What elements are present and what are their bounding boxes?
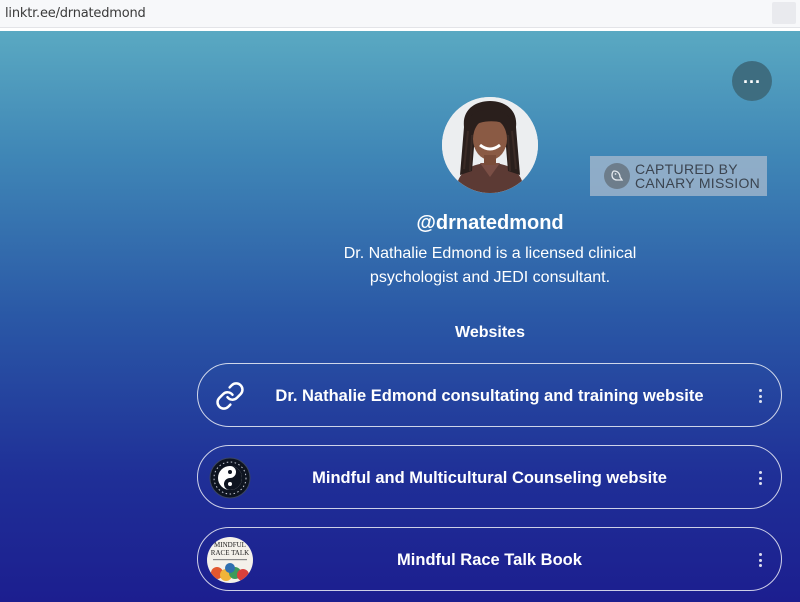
more-options-label: ... <box>742 67 761 87</box>
address-bar[interactable]: linktr.ee/drnatedmond <box>0 0 800 28</box>
profile-avatar <box>442 97 538 193</box>
avatar-image <box>442 97 538 193</box>
profile-bio: Dr. Nathalie Edmond is a licensed clinic… <box>343 245 637 286</box>
canary-bird-icon <box>604 163 630 189</box>
section-title: Websites <box>455 324 525 341</box>
watermark-line-2: CANARY MISSION <box>635 175 761 191</box>
canary-mission-watermark: CAPTURED BY CANARY MISSION <box>590 156 767 196</box>
link-icon <box>207 373 253 419</box>
link-label: Mindful Race Talk Book <box>397 550 582 569</box>
url-text[interactable]: linktr.ee/drnatedmond <box>5 6 146 21</box>
linktree-page: ... CAPTURED BY CANARY MISSION @drnatedm… <box>0 31 800 602</box>
link-card-consulting[interactable]: Dr. Nathalie Edmond consultating and tra… <box>197 363 782 427</box>
watermark-text: CAPTURED BY CANARY MISSION <box>635 162 760 190</box>
link-label: Dr. Nathalie Edmond consultating and tra… <box>275 386 704 405</box>
book-cover-image: MINDFUL RACE TALK <box>207 537 253 583</box>
link-menu-icon[interactable] <box>753 550 767 570</box>
link-card-book[interactable]: MINDFUL RACE TALK Mindful Race Talk Book <box>197 527 782 591</box>
link-menu-icon[interactable] <box>753 386 767 406</box>
watermark-line-1: CAPTURED BY <box>635 161 738 177</box>
more-options-button[interactable]: ... <box>732 61 772 101</box>
link-card-counseling[interactable]: Mindful and Multicultural Counseling web… <box>197 445 782 509</box>
address-bar-button[interactable] <box>772 2 796 24</box>
book-cover-thumbnail: MINDFUL RACE TALK <box>207 537 253 583</box>
yin-yang-logo-icon <box>207 455 253 501</box>
profile-handle: @drnatedmond <box>416 212 564 234</box>
link-label: Mindful and Multicultural Counseling web… <box>312 468 667 487</box>
link-menu-icon[interactable] <box>753 468 767 488</box>
